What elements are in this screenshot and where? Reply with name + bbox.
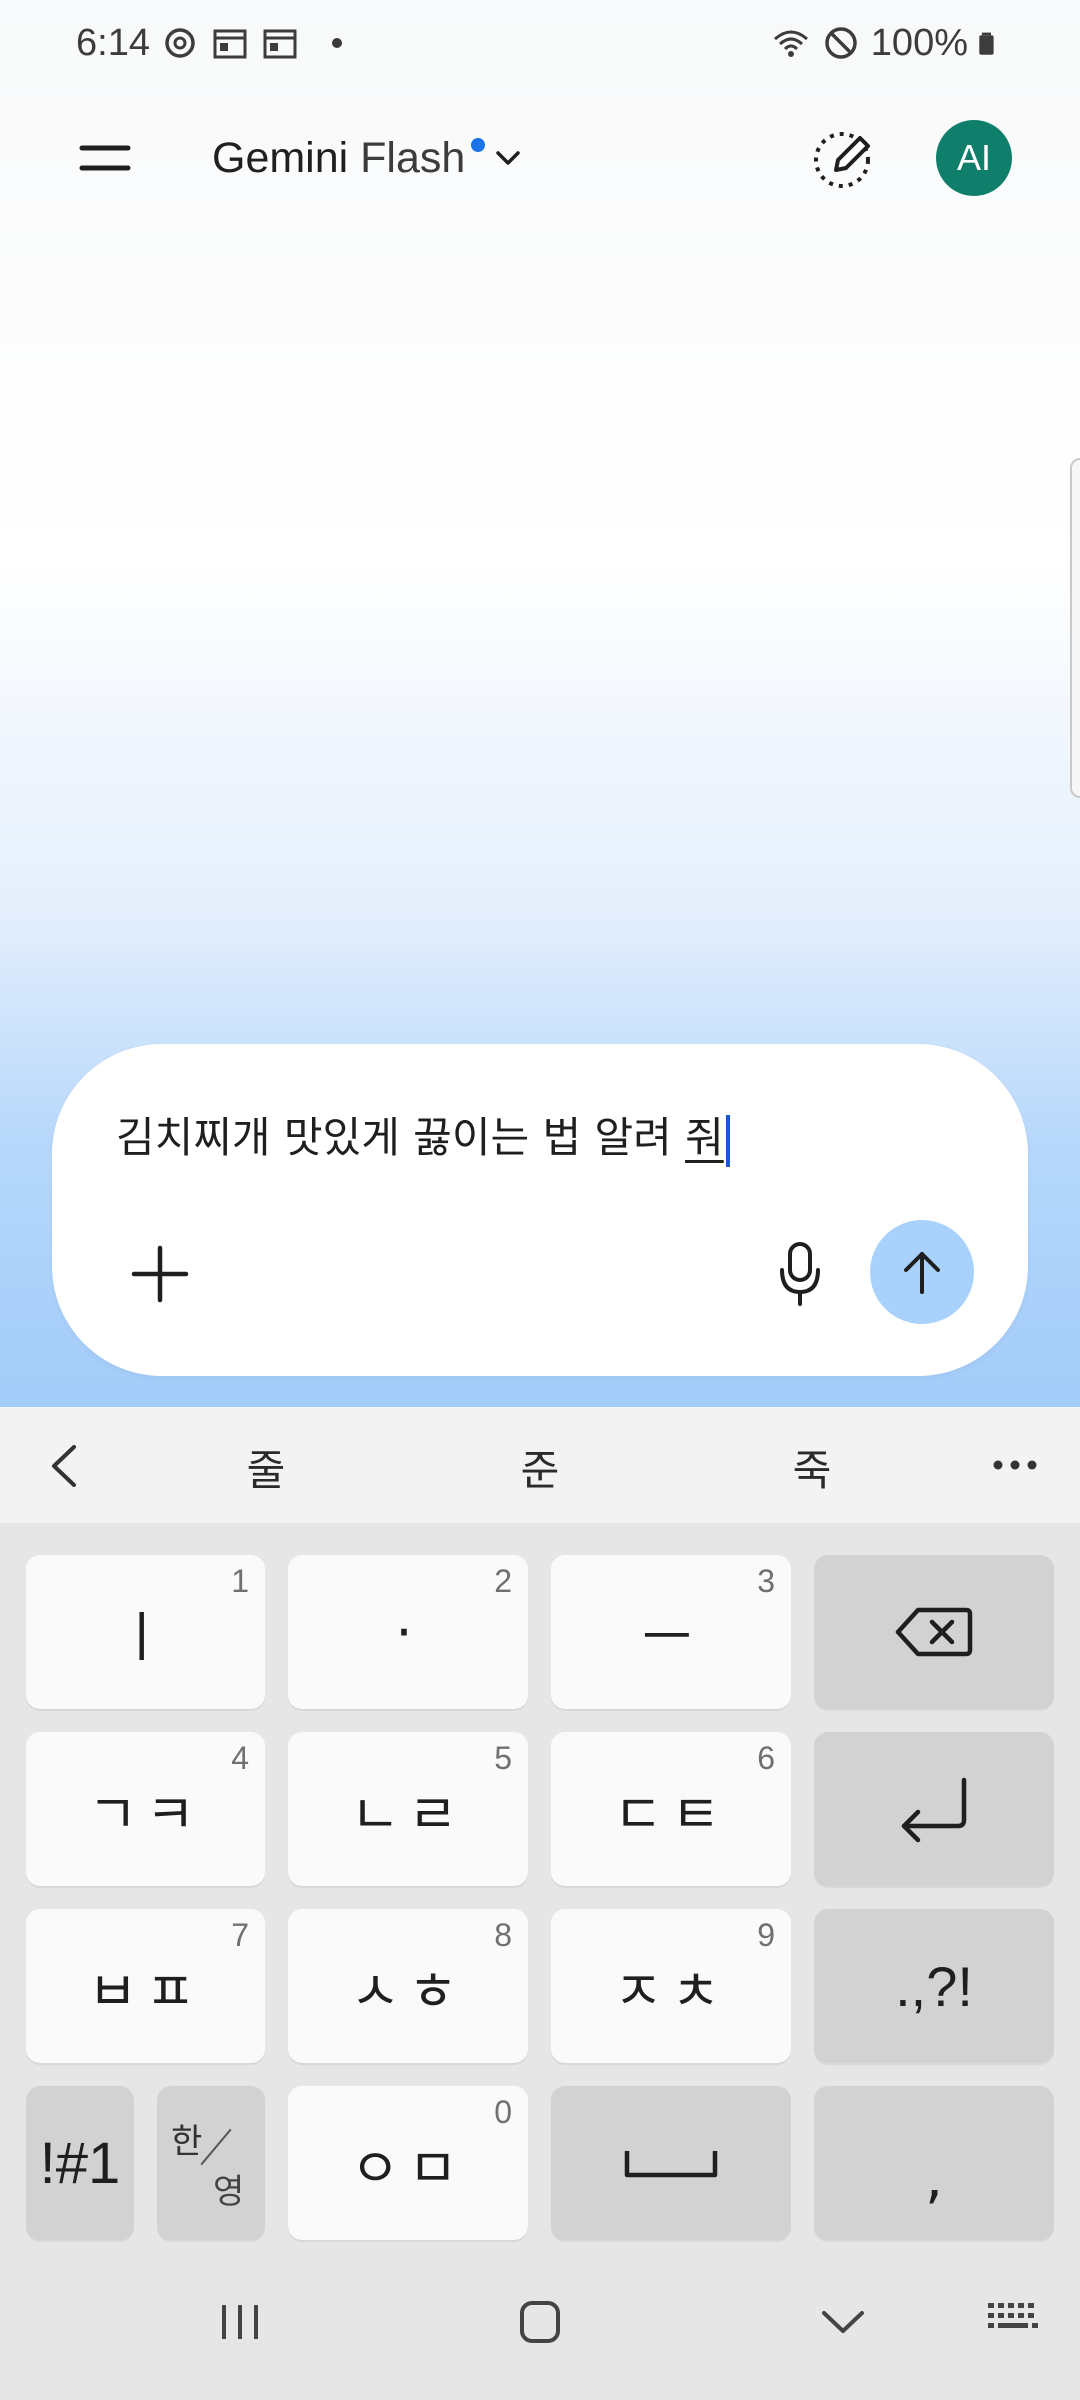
key[interactable]: ㅣ 1 <box>26 1555 265 1709</box>
status-time: 6:14 <box>76 21 150 64</box>
calendar-icon <box>213 29 247 59</box>
key[interactable]: ㅅㅎ 8 <box>288 1909 528 2063</box>
navigation-bar <box>0 2245 1080 2400</box>
model-picker[interactable]: Gemini Flash <box>212 128 525 188</box>
avatar[interactable]: AI <box>936 120 1012 196</box>
key-label: ㄷㅌ <box>613 1782 729 1846</box>
backspace-key[interactable] <box>814 1555 1054 1709</box>
wifi-icon <box>773 30 808 57</box>
space-key[interactable] <box>551 2086 791 2240</box>
send-arrow-icon <box>904 1252 940 1294</box>
space-icon <box>624 2151 718 2178</box>
key-label: ㅇㅁ <box>350 2136 466 2200</box>
enter-icon <box>901 1777 967 1843</box>
key[interactable]: ㅡ 3 <box>551 1555 791 1709</box>
notification-dot <box>331 38 342 48</box>
key-number: 3 <box>757 1563 775 1599</box>
app-area: 6:14 100% Gemini Flash AI 김치찌개 맛있게 끓이는 법… <box>0 0 1080 1407</box>
model-family: Gemini <box>212 133 349 182</box>
punctuation-key[interactable]: .,?! <box>814 1909 1054 2063</box>
model-variant: Flash <box>360 133 466 182</box>
key-number: 5 <box>494 1740 512 1776</box>
prompt-input[interactable]: 김치찌개 맛있게 끓이는 법 알려 줘 <box>116 1104 730 1167</box>
composing-text: 줘 <box>685 1113 724 1162</box>
key-label: !#1 <box>39 2130 121 2196</box>
sync-icon <box>165 28 195 58</box>
key-number: 9 <box>757 1917 775 1953</box>
do-not-disturb-icon <box>825 27 857 59</box>
key-label: , <box>925 2145 943 2211</box>
comma-key[interactable]: , <box>814 2086 1054 2240</box>
key-label: ㅅㅎ <box>350 1959 466 2023</box>
home-icon[interactable] <box>516 2299 564 2345</box>
key[interactable]: ㄷㅌ 6 <box>551 1732 791 1886</box>
key-number: 2 <box>494 1563 512 1599</box>
key-label: ㅣ <box>116 1605 175 1669</box>
key-number: 8 <box>494 1917 512 1953</box>
calendar-icon <box>263 29 297 59</box>
battery-icon <box>979 32 994 55</box>
keyboard: ㅣ 1 · 2 ㅡ 3 ㄱㅋ 4 ㄴㄹ 5 ㄷㅌ 6 ㅂㅍ 7 ㅅㅎ 8 ㅈㅊ … <box>0 1523 1080 2245</box>
key-number: 0 <box>494 2094 512 2130</box>
key[interactable]: ㄱㅋ 4 <box>26 1732 265 1886</box>
new-chat-icon[interactable] <box>808 122 880 194</box>
keyboard-icon[interactable] <box>986 2299 1040 2339</box>
text-caret <box>725 1114 730 1167</box>
key[interactable]: · 2 <box>288 1555 528 1709</box>
key-label: ㄴㄹ <box>350 1782 466 1846</box>
key-label-han: 한 <box>171 2122 203 2162</box>
chevron-down-icon <box>496 151 521 165</box>
mic-icon[interactable] <box>768 1236 832 1312</box>
send-button[interactable] <box>870 1220 974 1324</box>
enter-key[interactable] <box>814 1732 1054 1886</box>
chevron-down-icon[interactable] <box>818 2299 868 2345</box>
key-label: ㅂㅍ <box>87 1959 204 2023</box>
new-indicator-dot <box>471 138 486 152</box>
keyboard-suggestion-bar: 줄 준 죽 <box>0 1407 1080 1523</box>
model-name: Gemini Flash <box>212 134 465 183</box>
key[interactable]: ㅇㅁ 0 <box>288 2086 528 2240</box>
recent-apps-icon[interactable] <box>216 2299 264 2345</box>
plus-icon[interactable] <box>128 1242 192 1306</box>
key[interactable]: ㅈㅊ 9 <box>551 1909 791 2063</box>
divider <box>200 2128 232 2166</box>
battery-percent: 100% <box>870 21 968 64</box>
key[interactable]: ㅂㅍ 7 <box>26 1909 265 2063</box>
chevron-left-icon[interactable] <box>44 1441 84 1491</box>
suggestion-word[interactable]: 죽 <box>752 1437 872 1498</box>
language-switch-key[interactable]: 한 영 <box>157 2086 265 2240</box>
key[interactable]: ㄴㄹ 5 <box>288 1732 528 1886</box>
key-number: 1 <box>231 1563 249 1599</box>
suggestion-word[interactable]: 준 <box>480 1437 600 1498</box>
key-number: 6 <box>757 1740 775 1776</box>
side-panel-handle[interactable] <box>1070 458 1080 798</box>
key-label: .,?! <box>895 1954 973 2018</box>
app-header: Gemini Flash AI <box>0 100 1080 216</box>
menu-icon[interactable] <box>70 130 140 186</box>
suggestion-word[interactable]: 줄 <box>206 1437 326 1498</box>
symbols-key[interactable]: !#1 <box>26 2086 134 2240</box>
backspace-icon <box>895 1607 973 1657</box>
more-options-icon[interactable] <box>990 1457 1040 1473</box>
key-label: · <box>395 1600 421 1664</box>
avatar-initials: AI <box>956 137 991 178</box>
key-number: 7 <box>231 1917 249 1953</box>
key-label: ㄱㅋ <box>87 1782 204 1846</box>
key-label: ㅈㅊ <box>613 1959 729 2023</box>
prompt-input-card[interactable]: 김치찌개 맛있게 끓이는 법 알려 줘 <box>52 1044 1028 1376</box>
status-bar: 6:14 100% <box>0 0 1080 86</box>
key-number: 4 <box>231 1740 249 1776</box>
key-label: ㅡ <box>642 1605 700 1669</box>
key-label-yeong: 영 <box>213 2172 245 2212</box>
prompt-text: 김치찌개 맛있게 끓이는 법 알려 <box>116 1113 686 1162</box>
